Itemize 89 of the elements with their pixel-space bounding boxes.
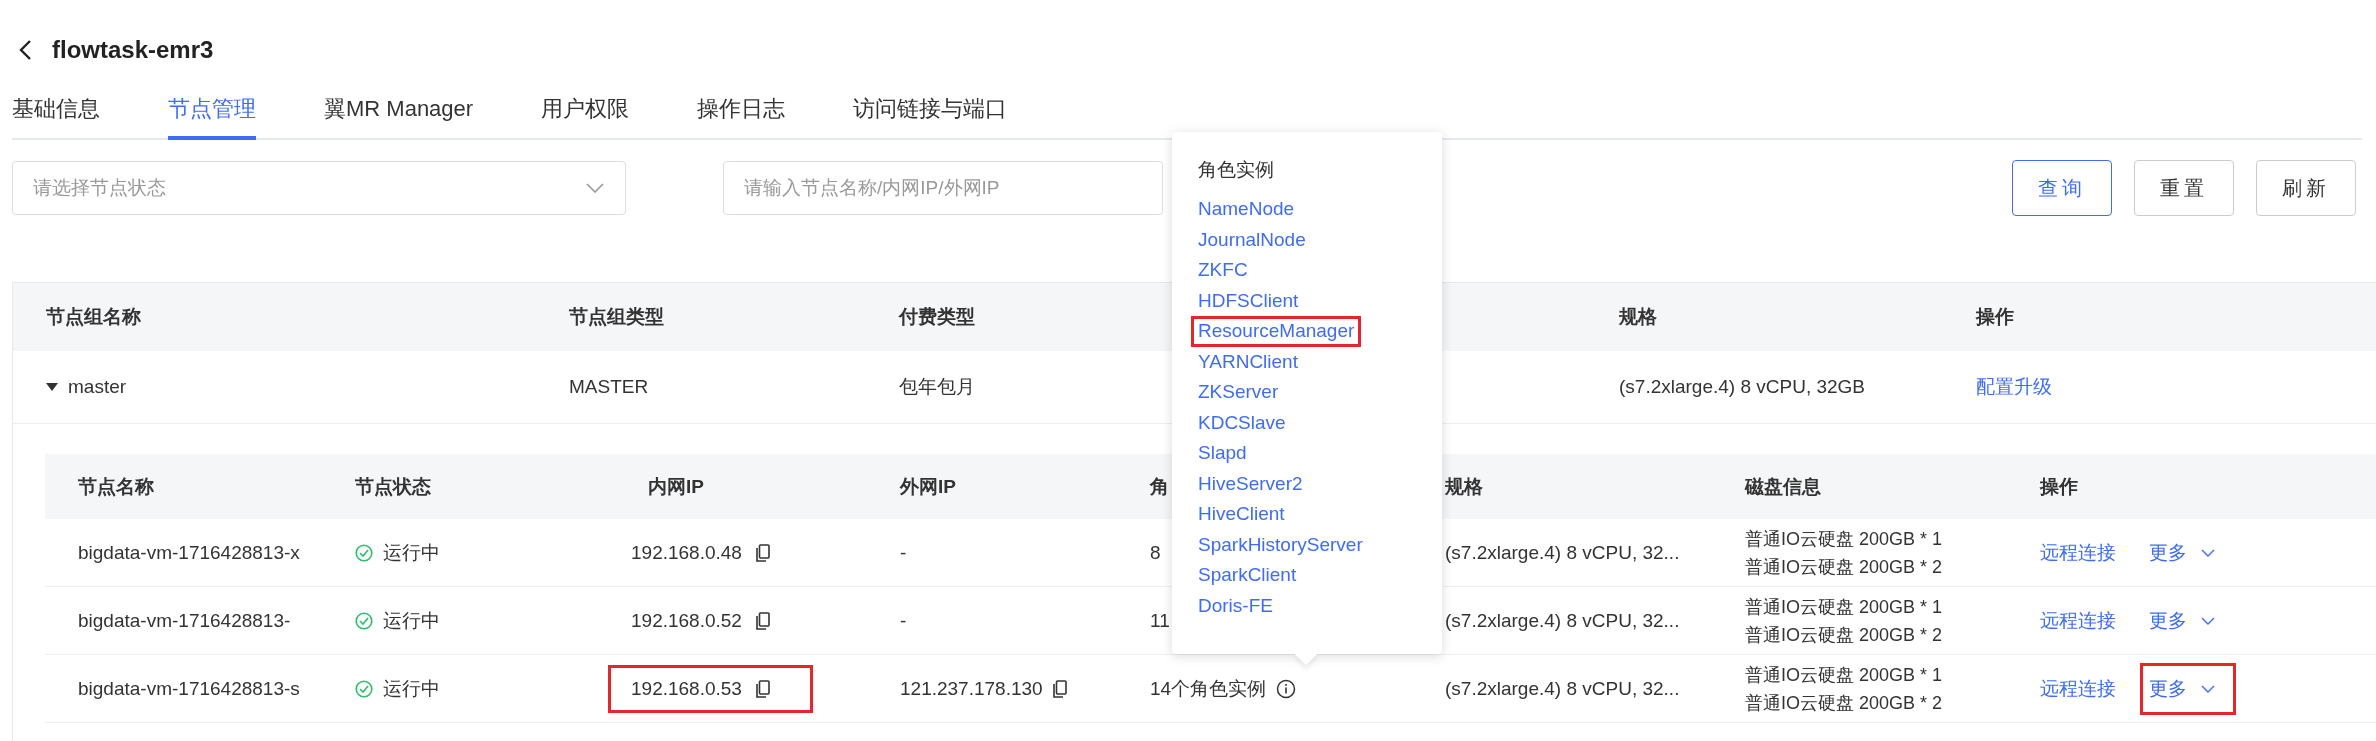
role-link[interactable]: HiveClient [1191,499,1292,530]
chevron-down-icon [2201,616,2215,625]
table-cell: 192.168.0.48 [631,541,742,564]
search-field[interactable]: 请输入节点名称/内网IP/外网IP [723,161,1163,215]
tab[interactable]: 用户权限 [541,86,630,140]
table-cell: 192.168.0.52 [631,609,742,632]
check-circle-icon [355,543,373,562]
column-header: 节点组名称 [45,305,141,329]
status-text: 运行中 [383,608,440,633]
chevron-down-icon [2201,684,2215,693]
role-link[interactable]: ZKServer [1191,377,1286,408]
copy-icon[interactable] [755,543,770,562]
table-cell: 192.168.0.53 [631,677,742,700]
role-link[interactable]: NameNode [1191,194,1302,225]
check-circle-icon [355,679,373,698]
disk-text: 普通IO云硬盘 200GB * 1 [1745,527,1944,551]
column-header: 角 [1148,474,1169,499]
disk-text: 普通IO云硬盘 200GB * 2 [1745,691,1944,715]
table-cell: - [900,541,907,564]
table-cell-text: (s7.2xlarge.4) 8 vCPU, 32... [1444,677,1681,700]
role-link[interactable]: JournalNode [1191,224,1313,255]
disk-text: 普通IO云硬盘 200GB * 1 [1745,663,1944,687]
tab[interactable]: 翼MR Manager [324,86,474,140]
status-select[interactable]: 请选择节点状态 [12,161,626,215]
query-button[interactable]: 查询 [2012,160,2112,216]
role-link[interactable]: ResourceManager [1191,316,1362,347]
back-icon[interactable] [18,39,32,61]
role-link[interactable]: SparkClient [1191,560,1304,591]
table-cell-text: bigdata-vm-1716428813-s [77,677,301,700]
column-header: 操作 [1974,305,2014,329]
column-header: 节点名称 [77,474,154,499]
table-cell-text: bigdata-vm-1716428813- [77,609,292,632]
table-cell-text: (s7.2xlarge.4) 8 vCPU, 32GB [1618,376,1867,398]
table-cell: master [68,376,127,398]
remote-connect-link[interactable]: 远程连接 [2040,607,2116,634]
table-cell-text: 包年包月 [898,375,976,399]
table-cell: 121.237.178.130 [900,677,1043,700]
info-icon[interactable] [1276,678,1297,699]
table-cell-text: (s7.2xlarge.4) 8 vCPU, 32... [1444,541,1681,564]
role-link[interactable]: Slapd [1191,438,1254,469]
tab[interactable]: 操作日志 [697,86,786,140]
disk-text: 普通IO云硬盘 200GB * 2 [1745,623,1944,647]
tab[interactable]: 基础信息 [12,86,100,140]
popover-title: 角色实例 [1198,158,1274,182]
disk-text: 普通IO云硬盘 200GB * 1 [1745,595,1944,619]
table-cell: 11 [1150,609,1170,632]
expand-icon[interactable] [46,382,58,392]
action-button[interactable]: 刷新 [2256,160,2356,216]
role-link[interactable]: KDCSlave [1191,407,1293,438]
chevron-down-icon [2201,548,2215,557]
table-cell-text: (s7.2xlarge.4) 8 vCPU, 32... [1444,609,1681,632]
chevron-down-icon [586,183,604,193]
more-dropdown[interactable]: 更多 [2140,594,2236,647]
column-header: 规格 [1444,474,1483,499]
status-text: 运行中 [383,540,440,565]
page-title: flowtask-emr3 [52,36,214,64]
upgrade-link[interactable]: 配置升级 [1956,374,2376,400]
column-header: 付费类型 [897,305,975,329]
check-circle-icon [355,611,373,630]
table-cell: 8 [1150,541,1161,564]
tab[interactable]: 访问链接与端口 [853,86,1008,140]
action-button[interactable]: 重置 [2134,160,2234,216]
role-link[interactable]: Doris-FE [1191,590,1280,621]
column-header: 规格 [1618,305,1657,329]
copy-icon[interactable] [1052,679,1067,698]
column-header: 内网IP [647,474,704,499]
column-header: 磁盘信息 [1743,474,1821,499]
role-link[interactable]: SparkHistoryServer [1191,529,1370,560]
table-cell-text: 14个角色实例 [1150,676,1267,701]
role-link[interactable]: HDFSClient [1191,285,1306,316]
column-header: 外网IP [898,474,956,499]
role-link[interactable]: YARNClient [1191,346,1305,377]
table-cell: - [900,609,907,632]
table-cell-text: bigdata-vm-1716428813-x [77,541,301,564]
more-dropdown[interactable]: 更多 [2140,662,2236,715]
table-cell-text: MASTER [568,376,650,398]
remote-connect-link[interactable]: 远程连接 [2040,675,2116,702]
disk-text: 普通IO云硬盘 200GB * 2 [1745,555,1944,579]
column-header: 操作 [2038,474,2078,499]
tab[interactable]: 节点管理 [168,86,256,140]
status-text: 运行中 [383,676,440,701]
remote-connect-link[interactable]: 远程连接 [2040,539,2116,566]
role-link[interactable]: HiveServer2 [1191,468,1310,499]
column-header: 节点组类型 [568,305,664,329]
more-dropdown[interactable]: 更多 [2140,526,2236,579]
copy-icon[interactable] [755,679,770,698]
column-header: 节点状态 [354,474,431,499]
role-link[interactable]: ZKFC [1191,255,1255,286]
copy-icon[interactable] [755,611,770,630]
